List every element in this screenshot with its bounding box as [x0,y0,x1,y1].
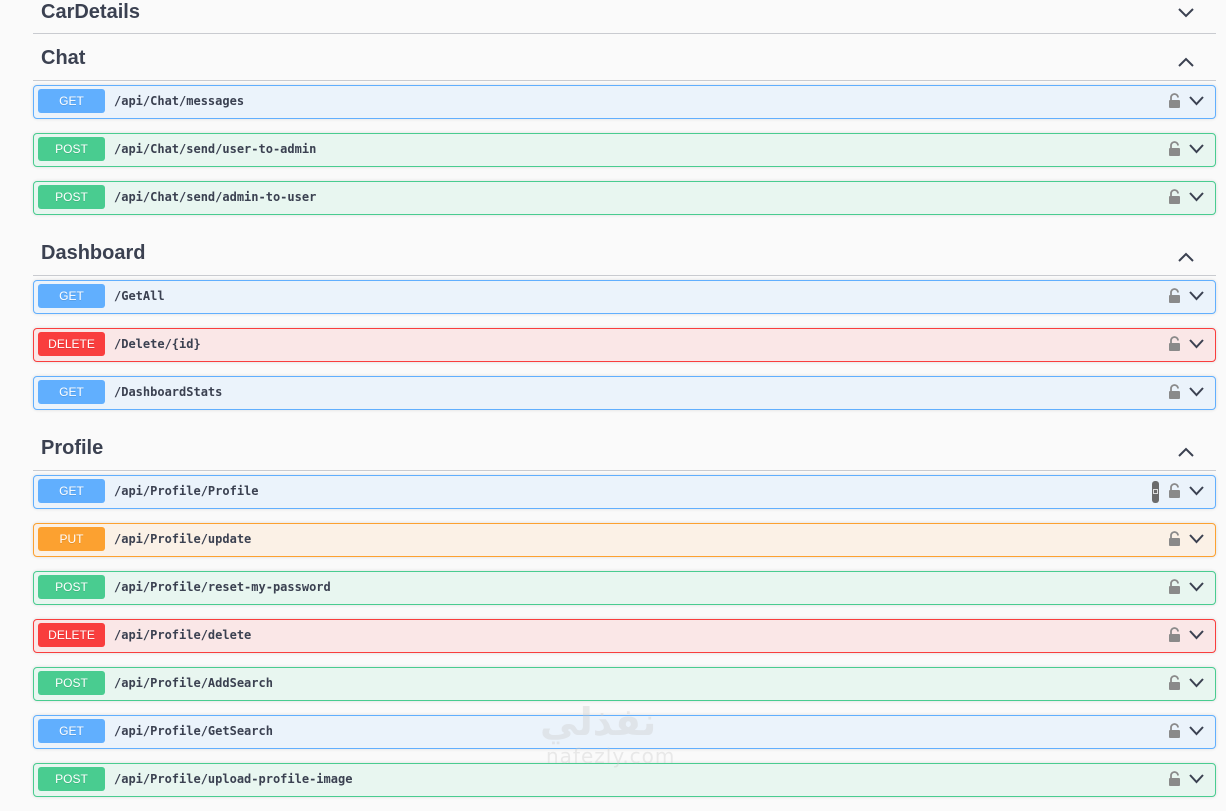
method-badge: GET [38,719,105,743]
operation-get-chat-messages[interactable]: GET /api/Chat/messages [33,85,1216,119]
method-badge: POST [38,137,105,161]
lock-icon[interactable] [1168,483,1181,499]
method-badge: GET [38,89,105,113]
operation-get-getsearch[interactable]: GET /api/Profile/GetSearch [33,715,1216,749]
operation-path: /api/Chat/messages [114,94,245,108]
method-badge: POST [38,671,105,695]
operations-profile: GET /api/Profile/Profile PUT /api/Profil… [33,471,1216,797]
method-badge: PUT [38,527,105,551]
lock-icon[interactable] [1168,675,1181,691]
tag-title: Chat [41,47,86,69]
operations-chat: GET /api/Chat/messages POST /api/Chat/se… [33,81,1216,215]
lock-icon[interactable] [1168,288,1181,304]
chevron-down-icon[interactable] [1189,192,1204,202]
operation-path: /Delete/{id} [114,337,201,351]
chevron-down-icon[interactable] [1189,534,1204,544]
operation-path: /api/Profile/AddSearch [114,676,273,690]
operation-get-profile[interactable]: GET /api/Profile/Profile [33,475,1216,509]
method-badge: GET [38,380,105,404]
lock-icon[interactable] [1168,531,1181,547]
chevron-up-icon[interactable] [1178,57,1194,67]
operation-delete-profile[interactable]: DELETE /api/Profile/delete [33,619,1216,653]
operation-post-chat-admin-to-user[interactable]: POST /api/Chat/send/admin-to-user [33,181,1216,215]
method-badge: POST [38,767,105,791]
chevron-down-icon[interactable] [1189,726,1204,736]
operation-get-getall[interactable]: GET /GetAll [33,280,1216,314]
operation-get-dashboardstats[interactable]: GET /DashboardStats [33,376,1216,410]
operation-path: /api/Chat/send/admin-to-user [114,190,317,204]
lock-icon[interactable] [1168,723,1181,739]
lock-icon[interactable] [1168,336,1181,352]
lock-icon[interactable] [1168,189,1181,205]
operation-path: /api/Profile/upload-profile-image [114,772,353,786]
operation-post-upload-profile-image[interactable]: POST /api/Profile/upload-profile-image [33,763,1216,797]
chevron-down-icon[interactable] [1189,582,1204,592]
operation-path: /api/Profile/GetSearch [114,724,273,738]
method-badge: GET [38,284,105,308]
method-badge: POST [38,575,105,599]
chevron-down-icon[interactable] [1189,774,1204,784]
tag-header-cardetails[interactable]: CarDetails [33,0,1216,34]
tag-title: Dashboard [41,242,146,264]
chevron-down-icon[interactable] [1178,8,1194,18]
operation-path: /api/Profile/reset-my-password [114,580,331,594]
operation-put-profile-update[interactable]: PUT /api/Profile/update [33,523,1216,557]
tag-header-dashboard[interactable]: Dashboard [33,229,1216,276]
api-operations-list: CarDetails Chat GET /api/Chat/messages P… [33,0,1216,811]
chevron-down-icon[interactable] [1189,387,1204,397]
chevron-up-icon[interactable] [1178,252,1194,262]
operation-path: /api/Profile/update [114,532,252,546]
operation-delete-id[interactable]: DELETE /Delete/{id} [33,328,1216,362]
operations-dashboard: GET /GetAll DELETE /Delete/{id} GET /Das… [33,276,1216,410]
method-badge: GET [38,479,105,503]
tag-title: Profile [41,437,104,459]
lock-icon[interactable] [1168,141,1181,157]
chevron-down-icon[interactable] [1189,339,1204,349]
chevron-down-icon[interactable] [1189,96,1204,106]
lock-icon[interactable] [1168,627,1181,643]
lock-icon[interactable] [1168,579,1181,595]
tag-title: CarDetails [41,1,140,23]
tag-header-profile[interactable]: Profile [33,424,1216,471]
operation-path: /api/Profile/Profile [114,484,259,498]
operation-path: /DashboardStats [114,385,223,399]
lock-icon[interactable] [1168,93,1181,109]
lock-icon[interactable] [1168,384,1181,400]
lock-icon[interactable] [1168,771,1181,787]
chevron-down-icon[interactable] [1189,291,1204,301]
copy-icon[interactable] [1152,481,1159,503]
operation-post-addsearch[interactable]: POST /api/Profile/AddSearch [33,667,1216,701]
method-badge: POST [38,185,105,209]
operation-path: /api/Profile/delete [114,628,252,642]
chevron-up-icon[interactable] [1178,447,1194,457]
chevron-down-icon[interactable] [1189,144,1204,154]
operation-path: /GetAll [114,289,165,303]
chevron-down-icon[interactable] [1189,630,1204,640]
operation-path: /api/Chat/send/user-to-admin [114,142,317,156]
method-badge: DELETE [38,623,105,647]
operation-post-reset-password[interactable]: POST /api/Profile/reset-my-password [33,571,1216,605]
operation-post-chat-user-to-admin[interactable]: POST /api/Chat/send/user-to-admin [33,133,1216,167]
method-badge: DELETE [38,332,105,356]
tag-header-chat[interactable]: Chat [33,34,1216,81]
chevron-down-icon[interactable] [1189,678,1204,688]
chevron-down-icon[interactable] [1189,486,1204,496]
